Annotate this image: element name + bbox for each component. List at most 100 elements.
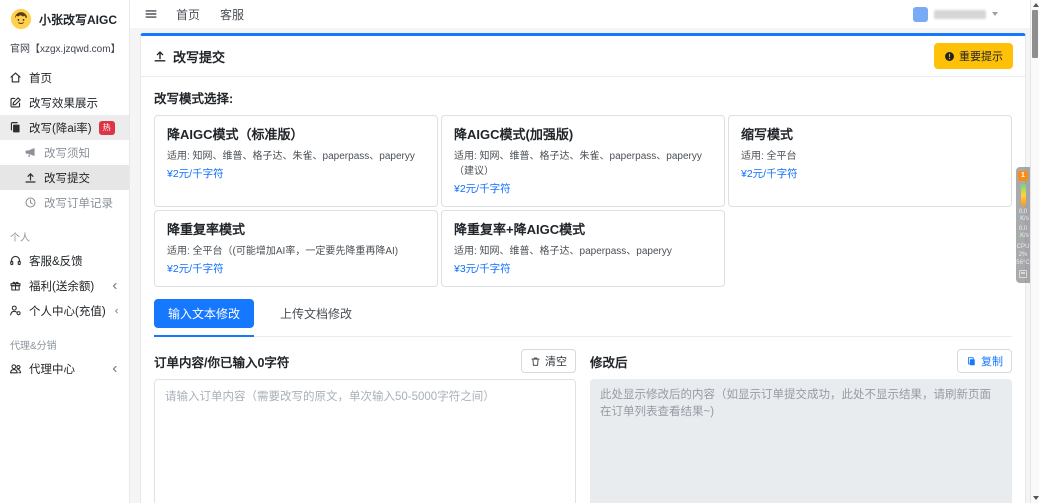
input-pane-title: 订单内容/你已输入0字符 (154, 352, 289, 371)
output-pane-title: 修改后 (590, 352, 628, 371)
output-pane: 修改后 复制 此处显示修改后的内容（如显示订单提交成功，此处不显示结果，请刷新页… (590, 349, 1012, 503)
sidebar-item-showcase[interactable]: 改写效果展示 (0, 90, 129, 115)
mode-card-dedup-plus-aigc[interactable]: 降重复率+降AIGC模式 适用: 知网、维普、格子达、paperpass、pap… (441, 210, 725, 287)
mode-desc: 适用: 知网、维普、格子达、朱雀、paperpass、paperyy (167, 147, 425, 162)
upload-icon (24, 171, 37, 184)
sidebar-item-rewrite-submit[interactable]: 改写提交 (0, 165, 129, 190)
upload-speed: 0.0 ▴K/s (1017, 226, 1029, 240)
sidebar-item-agent-center[interactable]: 代理中心 (0, 356, 129, 381)
mode-desc: 适用: 知网、维普、格子达、paperpass、paperyy (454, 242, 712, 257)
sidebar-item-label: 福利(送余额) (29, 278, 94, 294)
mode-card-aigc-enhanced[interactable]: 降AIGC模式(加强版) 适用: 知网、维普、格子达、朱雀、paperpass、… (441, 115, 725, 207)
mode-card-dedup[interactable]: 降重复率模式 适用: 全平台（(可能增加AI率，一定要先降重再降AI) ¥2元/… (154, 210, 438, 287)
copy-button[interactable]: 复制 (957, 349, 1012, 373)
mode-card-grid: 降AIGC模式（标准版） 适用: 知网、维普、格子达、朱雀、paperpass、… (154, 115, 1012, 287)
scrollbar-down-arrow[interactable] (1033, 496, 1039, 500)
monitor-app-icon (1019, 270, 1027, 278)
input-pane-header: 订单内容/你已输入0字符 清空 (154, 349, 576, 373)
mode-card-aigc-standard[interactable]: 降AIGC模式（标准版） 适用: 知网、维普、格子达、朱雀、paperpass、… (154, 115, 438, 207)
app-logo-row[interactable]: 小张改写AIGC (0, 0, 129, 36)
input-pane: 订单内容/你已输入0字符 清空 (154, 349, 576, 503)
monitor-usage-bar (1021, 184, 1026, 206)
download-speed: 0.0 ▾K/s (1017, 209, 1029, 223)
user-menu[interactable] (913, 7, 998, 22)
sidebar-item-label: 改写订单记录 (44, 195, 113, 211)
chevron-left-icon (113, 306, 120, 316)
important-notice-button[interactable]: 重要提示 (934, 43, 1013, 69)
mode-price: ¥2元/千字符 (167, 166, 425, 181)
mode-title: 缩写模式 (741, 124, 999, 143)
mode-price: ¥3元/千字符 (454, 261, 712, 276)
sidebar-item-rewrite-orders[interactable]: 改写订单记录 (0, 190, 129, 215)
sidebar-item-rewrite-notice[interactable]: 改写须知 (0, 140, 129, 165)
people-icon (9, 362, 22, 375)
rewrite-submit-card: 改写提交 重要提示 改写模式选择: 降AIGC模式（标准版） 适用: 知网、维普… (140, 33, 1026, 503)
order-content-input[interactable] (154, 379, 576, 503)
sidebar-item-label: 改写提交 (44, 170, 90, 186)
mode-title: 降重复率模式 (167, 219, 425, 238)
user-name-redacted (934, 10, 986, 19)
browser-scrollbar[interactable] (1030, 0, 1039, 503)
clipboard-copy-icon (966, 356, 977, 367)
mode-price: ¥2元/千字符 (167, 261, 425, 276)
clear-button[interactable]: 清空 (521, 349, 576, 373)
hot-badge: 热 (99, 121, 115, 135)
mode-title: 降AIGC模式（标准版） (167, 124, 425, 143)
mode-title: 降重复率+降AIGC模式 (454, 219, 712, 238)
topbar-link-support[interactable]: 客服 (220, 6, 244, 23)
chevron-left-icon (110, 364, 120, 374)
hamburger-menu-icon[interactable] (144, 7, 158, 21)
headset-icon (9, 254, 22, 267)
topbar: 首页 客服 (130, 0, 1030, 28)
sidebar: 小张改写AIGC 官网【xzgx.jzqwd.com】 首页 改写效果展示 改写… (0, 0, 130, 503)
user-avatar (913, 7, 928, 22)
sidebar-item-welfare[interactable]: 福利(送余额) (0, 273, 129, 298)
sidebar-item-label: 个人中心(充值) (29, 303, 106, 319)
card-header: 改写提交 重要提示 (141, 36, 1025, 77)
sidebar-section-agent: 代理&分销 (0, 323, 129, 356)
important-notice-label: 重要提示 (959, 48, 1003, 64)
tab-text-input[interactable]: 输入文本修改 (154, 299, 254, 328)
sidebar-item-label: 改写效果展示 (29, 95, 98, 111)
upload-icon (153, 49, 167, 63)
topbar-link-home[interactable]: 首页 (176, 6, 200, 23)
sidebar-item-label: 代理中心 (29, 361, 75, 377)
sidebar-item-home[interactable]: 首页 (0, 65, 129, 90)
editor-panes: 订单内容/你已输入0字符 清空 修改后 复制 (154, 349, 1012, 503)
sidebar-item-profile[interactable]: 个人中心(充值) (0, 298, 129, 323)
sidebar-item-label: 改写须知 (44, 145, 90, 161)
cpu-stats: CPU 2% 56°C (1016, 243, 1029, 267)
history-icon (24, 196, 37, 209)
mode-desc: 适用: 全平台（(可能增加AI率，一定要先降重再降AI) (167, 242, 425, 257)
mode-select-label: 改写模式选择: (154, 88, 1012, 107)
scrollbar-up-arrow[interactable] (1033, 3, 1039, 7)
person-gear-icon (9, 304, 22, 317)
page-title: 改写提交 (173, 47, 225, 66)
result-output-box: 此处显示修改后的内容（如显示订单提交成功，此处不显示结果，请刷新页面在订单列表查… (590, 379, 1012, 503)
mode-price: ¥2元/千字符 (454, 181, 712, 196)
home-icon (9, 71, 22, 84)
mode-desc: 适用: 全平台 (741, 147, 999, 162)
mode-price: ¥2元/千字符 (741, 166, 999, 181)
app-logo-avatar-icon (10, 8, 32, 30)
sidebar-item-support[interactable]: 客服&反馈 (0, 248, 129, 273)
info-icon (944, 51, 955, 62)
scrollbar-thumb[interactable] (1032, 10, 1038, 58)
clear-button-label: 清空 (545, 353, 567, 369)
sidebar-item-label: 改写(降ai率) (29, 120, 92, 136)
chevron-left-icon (110, 281, 120, 291)
sidebar-item-rewrite-group[interactable]: 改写(降ai率) 热 (0, 115, 129, 140)
input-mode-tabbar: 输入文本修改 上传文档修改 (154, 299, 1012, 337)
trash-icon (530, 356, 541, 367)
tab-file-upload[interactable]: 上传文档修改 (266, 299, 366, 328)
main-content: 改写提交 重要提示 改写模式选择: 降AIGC模式（标准版） 适用: 知网、维普… (130, 28, 1030, 503)
copy-button-label: 复制 (981, 353, 1003, 369)
sidebar-item-label: 首页 (29, 70, 52, 86)
mode-card-abbreviate[interactable]: 缩写模式 适用: 全平台 ¥2元/千字符 (728, 115, 1012, 207)
monitor-notification-badge: 1 (1018, 171, 1028, 181)
app-title: 小张改写AIGC (39, 11, 117, 28)
sidebar-item-label: 客服&反馈 (29, 253, 83, 269)
system-monitor-widget[interactable]: 1 0.0 ▾K/s 0.0 ▴K/s CPU 2% 56°C (1016, 167, 1030, 283)
sidebar-section-personal: 个人 (0, 215, 129, 248)
megaphone-icon (24, 146, 37, 159)
